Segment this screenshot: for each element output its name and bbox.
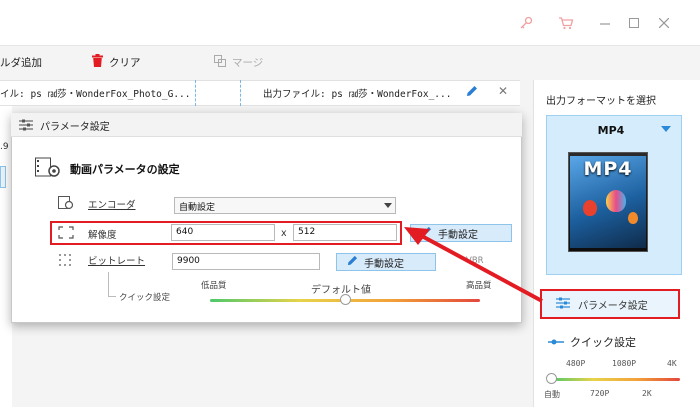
- add-folder-label: ルダ追加: [0, 56, 42, 69]
- tree-connector: [108, 272, 109, 296]
- dialog-quick-settings-label: クイック設定: [119, 293, 171, 303]
- dialog-title: パラメータ設定: [40, 122, 110, 133]
- quick-settings-header: クイック設定: [548, 334, 636, 350]
- output-format-title: 出力フォーマットを選択: [546, 96, 656, 107]
- close-icon[interactable]: [655, 14, 673, 32]
- remove-file-icon[interactable]: ✕: [498, 84, 508, 98]
- quick-label-720p: 720P: [590, 389, 610, 398]
- merge-icon: [214, 54, 226, 70]
- parameter-settings-label: パラメータ設定: [578, 300, 648, 312]
- edit-pencil-icon[interactable]: [466, 85, 478, 100]
- divider: [240, 80, 241, 106]
- encoder-value: 自動設定: [179, 203, 216, 213]
- chevron-down-icon[interactable]: [384, 203, 392, 208]
- quick-label-auto: 自動: [544, 390, 560, 399]
- quick-settings-title: クイック設定: [570, 336, 636, 349]
- merge-button[interactable]: マージ: [214, 54, 263, 70]
- quick-label-1080p: 1080P: [612, 359, 637, 368]
- maximize-icon[interactable]: [625, 14, 643, 32]
- minimize-icon[interactable]: [596, 14, 614, 32]
- video-settings-icon: [35, 157, 61, 182]
- encoder-select[interactable]: 自動設定: [174, 197, 396, 214]
- divider: [195, 80, 196, 106]
- mp4-image-label: MP4: [583, 158, 633, 180]
- parameter-settings-button[interactable]: パラメータ設定: [540, 289, 680, 319]
- clear-label: クリア: [109, 56, 141, 69]
- dialog-slider-handle[interactable]: [340, 294, 351, 305]
- resolution-height-input[interactable]: 512: [293, 224, 397, 241]
- resolution-label: 解像度: [88, 230, 117, 241]
- left-fragment-text: .9: [0, 142, 9, 152]
- bitrate-input[interactable]: 9900: [172, 253, 320, 270]
- encoder-label: エンコーダ: [88, 200, 136, 211]
- resolution-icon: [58, 226, 74, 242]
- balloon-graphic: [583, 200, 597, 216]
- format-name: MP4: [597, 124, 625, 137]
- encoder-gear-icon: [58, 196, 74, 213]
- chevron-down-icon[interactable]: [661, 126, 671, 132]
- resolution-x-separator: x: [281, 228, 287, 239]
- width-value: 640: [176, 227, 194, 237]
- trash-icon: [92, 54, 103, 70]
- height-value: 512: [298, 227, 316, 237]
- tree-connector: [108, 296, 116, 297]
- quick-quality-slider[interactable]: [550, 378, 680, 381]
- sliders-icon: [19, 119, 33, 134]
- sliders-icon: [556, 297, 570, 312]
- input-file-name: イル: ps ㎭莎・WonderFox_Photo_G...: [0, 89, 191, 100]
- output-file-name: 出力ファイル: ps ㎭莎・WonderFox_...: [263, 89, 452, 100]
- resolution-width-input[interactable]: 640: [171, 224, 275, 241]
- quick-label-4k: 4K: [667, 359, 677, 368]
- quick-label-2k: 2K: [642, 389, 652, 398]
- bitrate-value: 9900: [177, 256, 200, 266]
- quick-label-480p: 480P: [566, 359, 586, 368]
- left-fragment-box: [0, 166, 6, 188]
- arrow-shaft: [419, 233, 543, 303]
- low-quality-label: 低品質: [201, 281, 227, 291]
- balloon-graphic: [628, 212, 638, 224]
- quick-slider-icon: [548, 336, 564, 349]
- cart-icon[interactable]: [557, 14, 575, 32]
- add-folder-button[interactable]: ルダ追加: [0, 54, 42, 70]
- bitrate-manual-label: 手動設定: [364, 258, 404, 270]
- balloon-graphic: [606, 190, 626, 212]
- merge-label: マージ: [232, 56, 264, 69]
- key-icon[interactable]: [517, 14, 535, 32]
- bitrate-label: ビットレート: [88, 256, 146, 267]
- window-titlebar: [0, 0, 700, 46]
- section-title: 動画パラメータの設定: [70, 163, 180, 176]
- bitrate-icon: [58, 253, 72, 270]
- clear-button[interactable]: クリア: [92, 54, 141, 70]
- quick-slider-handle[interactable]: [546, 373, 557, 384]
- annotation-arrow: [404, 227, 543, 303]
- arrow-head: [404, 227, 430, 245]
- pencil-icon: [347, 255, 358, 269]
- default-value-label: デフォルト値: [311, 285, 371, 296]
